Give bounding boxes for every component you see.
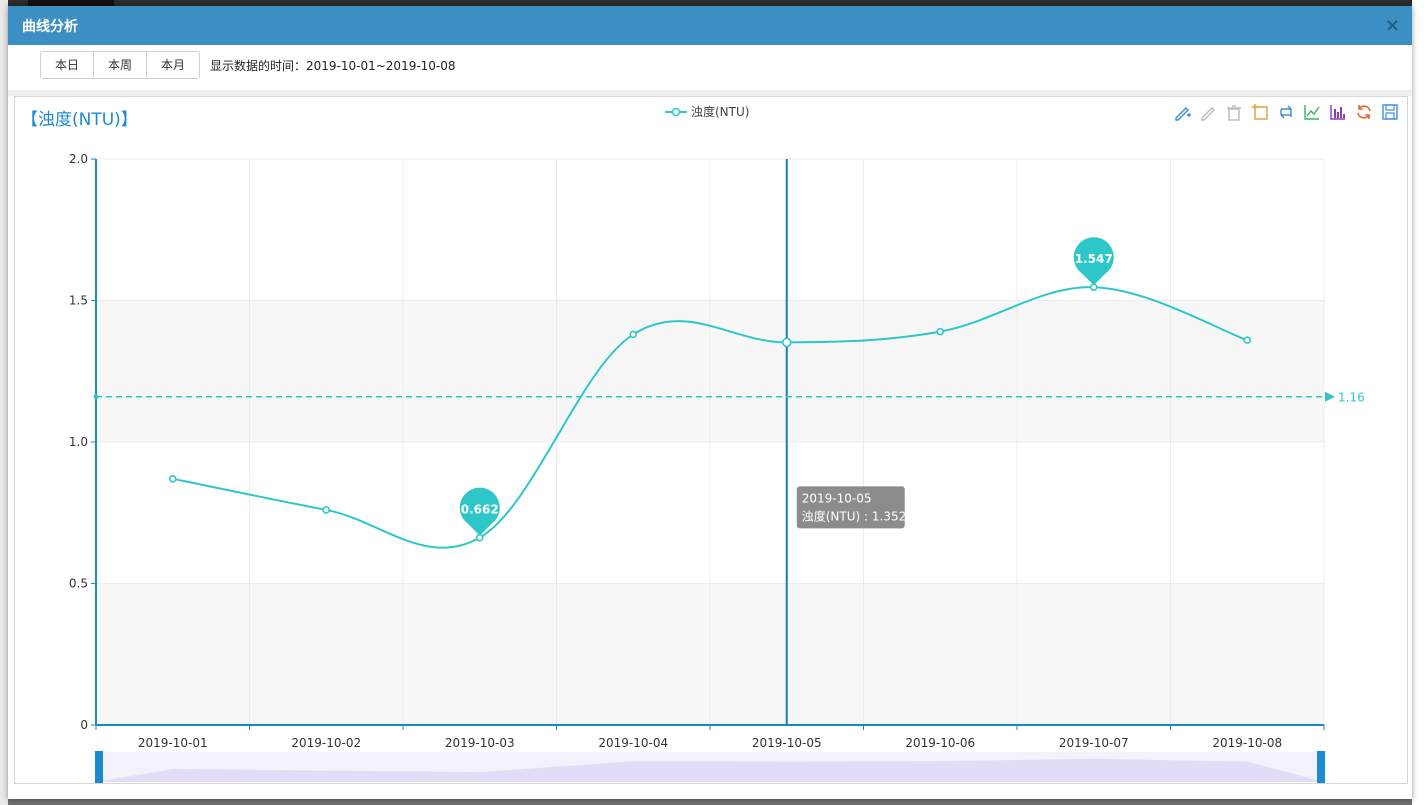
restore-icon[interactable] — [1351, 101, 1377, 123]
period-toolbar: 本日 本周 本月 显示数据的时间：2019-10-01~2019-10-08 — [40, 51, 456, 79]
data-point[interactable] — [936, 327, 945, 336]
mark-line-label: 1.16 — [1338, 391, 1365, 405]
data-zoom-track — [96, 752, 1324, 782]
dialog-titlebar: 曲线分析 × — [8, 6, 1412, 45]
data-point[interactable] — [629, 330, 638, 339]
data-point[interactable] — [781, 337, 792, 348]
close-icon[interactable]: × — [1385, 15, 1400, 36]
mark-line-icon[interactable] — [1169, 101, 1195, 123]
this-month-button[interactable]: 本月 — [147, 52, 199, 78]
data-point[interactable] — [1243, 336, 1252, 344]
period-button-group: 本日 本周 本月 — [40, 51, 200, 79]
zoom-reset-icon[interactable] — [1273, 101, 1299, 123]
mark-point-pin — [1073, 237, 1114, 286]
data-point[interactable] — [322, 506, 331, 514]
grid-band — [96, 583, 1324, 725]
data-zoom-handle-right[interactable] — [1317, 751, 1325, 783]
data-point[interactable] — [168, 474, 177, 483]
dialog-title: 曲线分析 — [22, 19, 78, 35]
mark-point-label: 1.547 — [1075, 252, 1113, 266]
y-tick-label: 1.5 — [69, 294, 88, 308]
legend-label: 浊度(NTU) — [691, 105, 750, 119]
chart-panel: 【浊度(NTU)】 浊度(NTU) 0 0.5 1.0 1.5 2.0 2019… — [14, 96, 1408, 784]
mark-clear-icon[interactable] — [1221, 101, 1247, 123]
curve-analysis-dialog: 曲线分析 × 本日 本周 本月 显示数据的时间：2019-10-01~2019-… — [8, 6, 1412, 799]
chart-toolbox — [1169, 101, 1403, 123]
data-zoom-handle-left[interactable] — [95, 751, 103, 783]
x-tick-label: 2019-10-01 — [138, 736, 208, 750]
x-tick-label: 2019-10-03 — [445, 736, 515, 750]
mark-point-label: 0.662 — [461, 503, 499, 517]
mark-line-arrow — [1325, 391, 1335, 402]
x-tick-label: 2019-10-05 — [752, 736, 822, 750]
background-page-left — [0, 0, 8, 805]
y-tick-label: 0 — [80, 718, 88, 732]
tooltip-date: 2019-10-05 — [802, 491, 872, 505]
grid-band — [96, 300, 1324, 442]
y-tick-label: 1.0 — [69, 435, 88, 449]
this-week-button[interactable]: 本周 — [94, 52, 147, 78]
data-point[interactable] — [475, 533, 484, 542]
tooltip-box — [796, 486, 905, 529]
line-chart-icon[interactable] — [1299, 101, 1325, 123]
y-tick-label: 0.5 — [69, 577, 88, 591]
today-button[interactable]: 本日 — [41, 52, 94, 78]
x-tick-label: 2019-10-06 — [905, 736, 975, 750]
data-point[interactable] — [1089, 283, 1098, 291]
chart-legend[interactable]: 浊度(NTU) — [665, 103, 749, 120]
mark-point-pin — [459, 487, 500, 536]
mark-undo-icon[interactable] — [1195, 101, 1221, 123]
data-zoom-icon[interactable] — [1247, 101, 1273, 123]
legend-line-icon — [665, 107, 687, 116]
bar-chart-icon[interactable] — [1325, 101, 1351, 123]
chart-title: 【浊度(NTU)】 — [21, 110, 138, 130]
x-tick-label: 2019-10-08 — [1212, 736, 1282, 750]
x-tick-label: 2019-10-04 — [598, 736, 668, 750]
y-tick-label: 2.0 — [69, 152, 88, 166]
data-zoom-shadow — [96, 758, 1324, 782]
series-line-turbidity — [172, 286, 1248, 549]
tooltip-value: 浊度(NTU) : 1.352 — [802, 508, 906, 523]
x-tick-label: 2019-10-07 — [1059, 736, 1129, 750]
save-image-icon[interactable] — [1377, 101, 1403, 123]
line-chart[interactable]: 0 0.5 1.0 1.5 2.0 2019-10-01 2019-10-02 2019-10… — [15, 97, 1407, 783]
date-range-label: 显示数据的时间：2019-10-01~2019-10-08 — [210, 58, 456, 73]
mark-line-start — [93, 394, 99, 400]
background-page-right — [1412, 0, 1424, 805]
x-tick-label: 2019-10-02 — [291, 736, 361, 750]
